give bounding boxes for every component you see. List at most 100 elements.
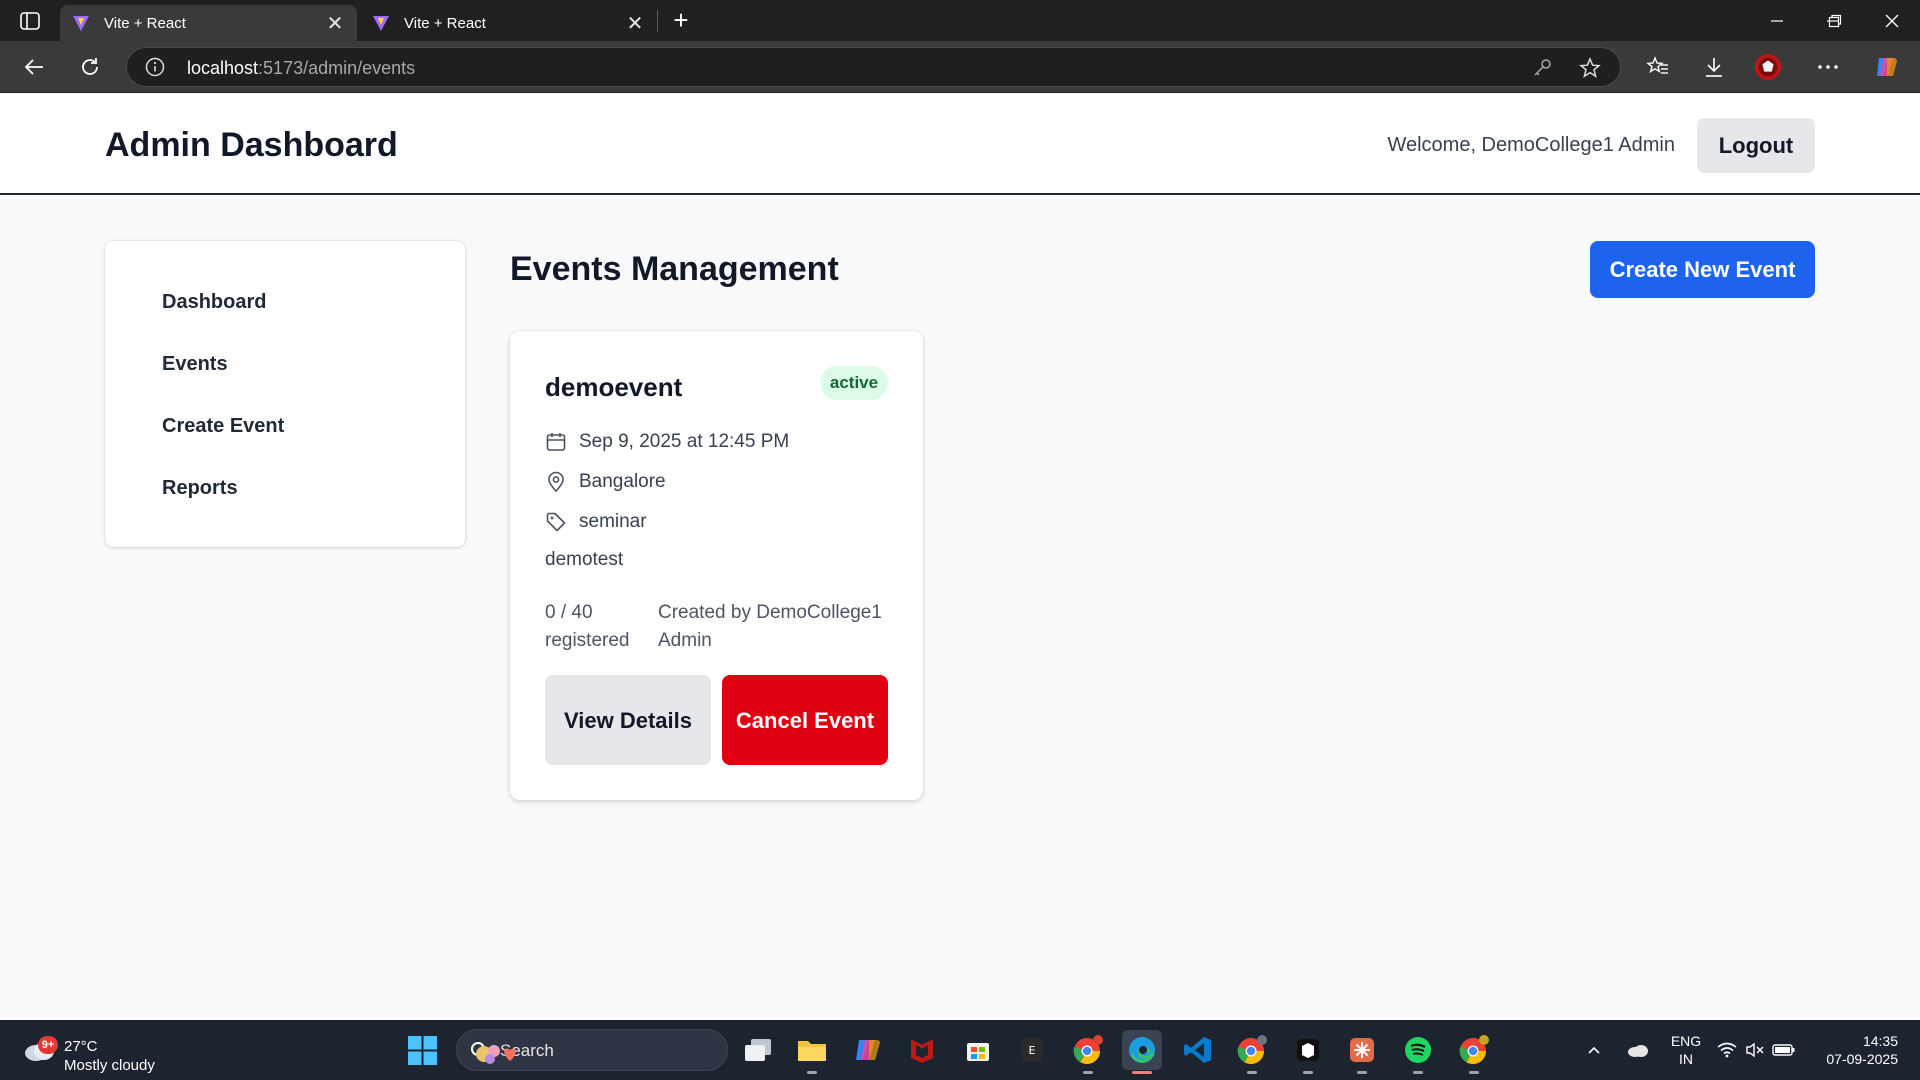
tab-divider bbox=[657, 10, 658, 32]
weather-widget[interactable]: 9+ 27°C Mostly cloudy bbox=[20, 1028, 190, 1074]
app-title: Admin Dashboard bbox=[105, 126, 398, 164]
url-host: localhost bbox=[187, 58, 259, 78]
tab-title: Vite + React bbox=[404, 14, 486, 32]
edge-browser-icon[interactable] bbox=[1122, 1030, 1162, 1074]
copilot-icon[interactable] bbox=[1872, 53, 1900, 81]
favorite-star-icon[interactable] bbox=[1579, 57, 1601, 79]
chrome-profile-2-icon[interactable] bbox=[1454, 1030, 1494, 1074]
minimize-window-icon[interactable] bbox=[1762, 8, 1792, 34]
app-header: Admin Dashboard Welcome, DemoCollege1 Ad… bbox=[0, 94, 1920, 195]
downloads-icon[interactable] bbox=[1700, 53, 1728, 81]
running-indicator bbox=[1357, 1071, 1367, 1074]
create-new-event-button[interactable]: Create New Event bbox=[1590, 241, 1815, 298]
mcafee-icon[interactable] bbox=[902, 1030, 942, 1070]
epic-games-icon[interactable]: E bbox=[1012, 1030, 1052, 1070]
task-view-icon[interactable] bbox=[738, 1030, 778, 1070]
sidebar-item-create-event[interactable]: Create Event bbox=[162, 415, 284, 438]
password-key-icon[interactable] bbox=[1531, 57, 1553, 79]
running-indicator bbox=[807, 1071, 817, 1074]
notion-like-app-icon[interactable] bbox=[1288, 1030, 1328, 1074]
battery-icon[interactable] bbox=[1770, 1020, 1798, 1080]
event-location-row: Bangalore bbox=[545, 469, 666, 495]
event-type: seminar bbox=[579, 511, 647, 532]
close-window-icon[interactable] bbox=[1877, 8, 1907, 34]
wifi-icon[interactable] bbox=[1714, 1020, 1740, 1080]
volume-muted-icon[interactable] bbox=[1742, 1020, 1768, 1080]
welcome-text: Welcome, DemoCollege1 Admin bbox=[1387, 134, 1675, 156]
running-indicator bbox=[1247, 1071, 1257, 1074]
restore-window-icon[interactable] bbox=[1820, 8, 1850, 34]
running-indicator bbox=[1083, 1071, 1093, 1074]
sidebar-item-dashboard[interactable]: Dashboard bbox=[162, 291, 266, 314]
event-name: demoevent bbox=[545, 372, 683, 402]
search-highlight-icon bbox=[476, 1045, 516, 1064]
event-datetime: Sep 9, 2025 at 12:45 PM bbox=[579, 431, 790, 452]
event-datetime-row: Sep 9, 2025 at 12:45 PM bbox=[545, 429, 789, 455]
sidebar-item-events[interactable]: Events bbox=[162, 353, 228, 376]
running-indicator bbox=[1413, 1071, 1423, 1074]
map-pin-icon bbox=[548, 471, 564, 493]
browser-tab[interactable]: Vite + React ✕ bbox=[360, 5, 657, 41]
event-card: demoevent active Sep 9, 2025 at 12:45 PM… bbox=[510, 331, 923, 800]
cancel-event-button[interactable]: Cancel Event bbox=[722, 675, 888, 765]
language-indicator[interactable]: ENG IN bbox=[1664, 1020, 1708, 1080]
sidebar: Dashboard Events Create Event Reports bbox=[105, 241, 465, 547]
clock-time: 14:35 bbox=[1862, 1033, 1898, 1049]
claude-app-icon[interactable] bbox=[1342, 1030, 1382, 1074]
registration-count: 0 / 40 registered bbox=[545, 602, 630, 651]
logout-button[interactable]: Logout bbox=[1697, 118, 1815, 173]
url-text[interactable]: localhost:5173/admin/events bbox=[187, 58, 415, 79]
site-info-icon[interactable] bbox=[145, 57, 165, 77]
active-indicator bbox=[1132, 1071, 1152, 1074]
show-hidden-icons-chevron-icon[interactable] bbox=[1580, 1020, 1608, 1080]
view-details-button[interactable]: View Details bbox=[545, 675, 711, 765]
svg-text:E: E bbox=[1029, 1044, 1036, 1057]
file-explorer-icon[interactable] bbox=[792, 1030, 832, 1074]
more-options-icon[interactable] bbox=[1814, 53, 1842, 81]
event-type-row: seminar bbox=[545, 509, 647, 535]
sidebar-item-reports[interactable]: Reports bbox=[162, 477, 238, 500]
url-path: :5173/admin/events bbox=[258, 58, 416, 78]
page-title: Events Management bbox=[510, 250, 839, 288]
onedrive-cloud-icon[interactable] bbox=[1620, 1020, 1656, 1080]
profile-avatar[interactable] bbox=[1754, 53, 1782, 81]
tab-actions-icon[interactable] bbox=[18, 10, 42, 32]
system-clock[interactable]: 14:35 07-09-2025 bbox=[1826, 1032, 1898, 1068]
weather-temperature: 27°C bbox=[64, 1038, 98, 1055]
event-location: Bangalore bbox=[579, 471, 666, 492]
vscode-icon[interactable] bbox=[1178, 1030, 1218, 1070]
browser-tab-active[interactable]: Vite + React ✕ bbox=[60, 5, 357, 41]
running-indicator bbox=[1303, 1071, 1313, 1074]
calendar-icon bbox=[546, 433, 566, 451]
created-by-text: Created by DemoCollege1 Admin bbox=[658, 602, 882, 651]
vite-favicon-icon bbox=[373, 16, 389, 31]
status-badge: active bbox=[820, 366, 888, 400]
browser-tab-bar: Vite + React ✕ Vite + React ✕ + bbox=[0, 0, 1920, 41]
taskbar-search[interactable]: Search bbox=[456, 1029, 728, 1071]
reload-icon[interactable] bbox=[76, 53, 104, 81]
taskbar: 9+ 27°C Mostly cloudy Search E ENG IN 14… bbox=[0, 1020, 1920, 1080]
microsoft-store-icon[interactable] bbox=[958, 1030, 998, 1070]
chrome-profile-icon[interactable] bbox=[1232, 1030, 1272, 1074]
new-tab-plus-icon[interactable]: + bbox=[668, 7, 694, 33]
favorites-list-icon[interactable] bbox=[1644, 53, 1672, 81]
chrome-profile-h-icon[interactable] bbox=[1068, 1030, 1108, 1074]
tag-icon bbox=[546, 512, 566, 532]
windows-start-icon[interactable] bbox=[408, 1036, 437, 1065]
back-arrow-icon[interactable] bbox=[20, 53, 48, 81]
tab-close-icon[interactable]: ✕ bbox=[325, 11, 345, 36]
vite-favicon-icon bbox=[73, 16, 89, 31]
tab-title: Vite + React bbox=[104, 14, 186, 32]
clock-date: 07-09-2025 bbox=[1826, 1051, 1898, 1067]
weather-description: Mostly cloudy bbox=[64, 1057, 155, 1074]
notification-badge: 9+ bbox=[38, 1036, 58, 1054]
spotify-icon[interactable] bbox=[1398, 1030, 1438, 1074]
language-region: IN bbox=[1679, 1051, 1693, 1067]
language-code: ENG bbox=[1670, 1033, 1702, 1049]
running-indicator bbox=[1469, 1071, 1479, 1074]
event-description: demotest bbox=[545, 549, 624, 570]
copilot-app-icon[interactable] bbox=[848, 1030, 888, 1070]
address-bar[interactable]: localhost:5173/admin/events bbox=[126, 47, 1621, 87]
tab-close-icon[interactable]: ✕ bbox=[625, 11, 645, 36]
browser-toolbar: localhost:5173/admin/events bbox=[0, 41, 1920, 93]
